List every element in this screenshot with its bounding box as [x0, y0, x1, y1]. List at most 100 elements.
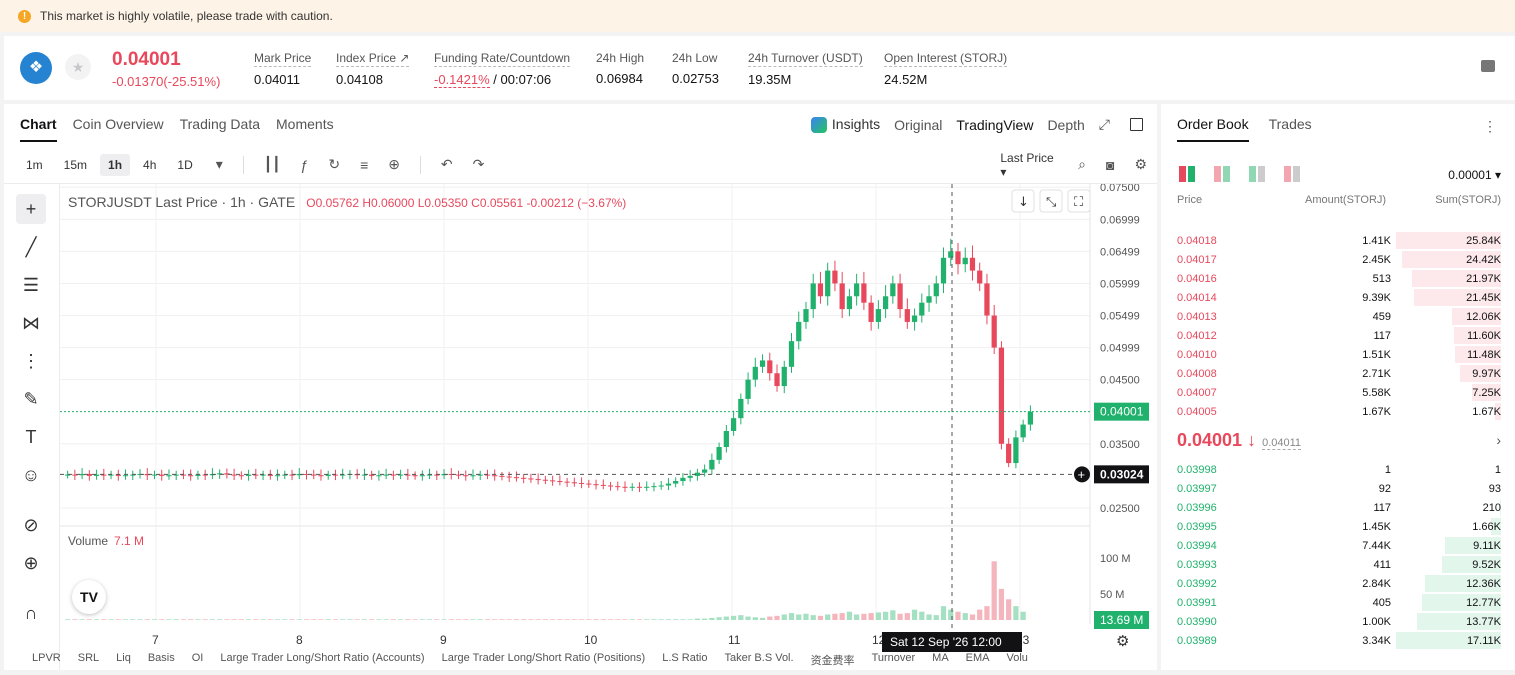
chart-area[interactable]: 0.07500 0.06999 0.06499 0.05999 0.05499 0.049…: [60, 182, 1157, 670]
bid-row[interactable]: 0.03996 117 210: [1161, 498, 1515, 517]
candle-body: [817, 283, 824, 297]
ask-amount: 513: [1372, 273, 1391, 285]
insights-button[interactable]: Insights: [810, 116, 880, 134]
tab-depth[interactable]: Depth: [1047, 117, 1084, 133]
redo-icon[interactable]: ↷: [473, 156, 485, 173]
chevron-right-icon[interactable]: ›: [1496, 432, 1501, 448]
tf-15m[interactable]: 15m: [56, 154, 95, 176]
bid-row[interactable]: 0.03990 1.00K 13.77K: [1161, 612, 1515, 631]
tab-trades[interactable]: Trades: [1269, 116, 1312, 142]
bid-row[interactable]: 0.03997 92 93: [1161, 479, 1515, 498]
bid-row[interactable]: 0.03989 3.34K 17.11K: [1161, 631, 1515, 650]
crosshair-icon[interactable]: +: [16, 194, 46, 224]
precision-select[interactable]: 0.00001 ▾: [1448, 168, 1501, 182]
brush-icon[interactable]: ✎: [16, 384, 46, 414]
ask-price: 0.04018: [1177, 235, 1217, 247]
trend-line-icon[interactable]: ╱: [16, 232, 46, 262]
ask-row[interactable]: 0.04012 117 11.60K: [1161, 326, 1515, 345]
tab-tradingview[interactable]: TradingView: [956, 117, 1033, 133]
bid-price: 0.03992: [1177, 578, 1217, 590]
candle-type-icon[interactable]: ┃┃: [264, 156, 281, 173]
tf-4h[interactable]: 4h: [135, 154, 164, 176]
indicator-tab[interactable]: Volu: [1007, 652, 1028, 668]
add-indicator-icon[interactable]: ⊕: [388, 156, 400, 173]
bid-row[interactable]: 0.03994 7.44K 9.11K: [1161, 536, 1515, 555]
indicator-tab[interactable]: L.S Ratio: [662, 652, 707, 668]
ask-row[interactable]: 0.04017 2.45K 24.42K: [1161, 250, 1515, 269]
layout-split-icon[interactable]: [1214, 166, 1230, 182]
indicator-tab[interactable]: Large Trader Long/Short Ratio (Positions…: [442, 652, 646, 668]
replay-icon[interactable]: ↻: [328, 156, 340, 173]
indicator-tab[interactable]: Taker B.S Vol.: [724, 652, 793, 668]
ask-row[interactable]: 0.04007 5.58K 7.25K: [1161, 383, 1515, 402]
tf-1d[interactable]: 1D: [169, 154, 200, 176]
indicator-tab[interactable]: Basis: [148, 652, 175, 668]
indicator-tab[interactable]: LPVR: [32, 652, 61, 668]
tab-chart[interactable]: Chart: [20, 116, 57, 142]
candle-body: [1027, 411, 1033, 425]
tf-1m[interactable]: 1m: [18, 154, 51, 176]
bid-amount: 117: [1373, 502, 1391, 514]
candle-body: [911, 315, 918, 322]
tab-order-book[interactable]: Order Book: [1177, 116, 1249, 142]
window-icon[interactable]: [1130, 118, 1143, 132]
emoji-icon[interactable]: ☺: [16, 460, 46, 490]
indicator-tab[interactable]: Liq: [116, 652, 131, 668]
book-icon[interactable]: [1481, 60, 1495, 72]
tradingview-logo-icon[interactable]: TV: [72, 580, 106, 614]
candlestick-chart[interactable]: 0.07500 0.06999 0.06499 0.05999 0.05499 0.049…: [60, 182, 1157, 670]
ask-row[interactable]: 0.04005 1.67K 1.67K: [1161, 402, 1515, 421]
text-icon[interactable]: T: [16, 422, 46, 452]
bid-row[interactable]: 0.03998 1 1: [1161, 460, 1515, 479]
settings-list-icon[interactable]: ≡: [360, 157, 368, 173]
bid-row[interactable]: 0.03991 405 12.77K: [1161, 593, 1515, 612]
expand-icon[interactable]: ⤢: [1099, 116, 1110, 133]
tab-original[interactable]: Original: [894, 117, 942, 133]
indicator-tab[interactable]: MA: [932, 652, 949, 668]
search-icon[interactable]: ⌕: [1078, 156, 1086, 173]
indicator-tab[interactable]: EMA: [966, 652, 990, 668]
layout-asks-icon[interactable]: [1284, 166, 1300, 182]
pattern-icon[interactable]: ⋈: [16, 308, 46, 338]
bid-row[interactable]: 0.03995 1.45K 1.66K: [1161, 517, 1515, 536]
indicator-tab[interactable]: 资金费率: [811, 652, 855, 668]
more-vertical-icon[interactable]: ⋮: [1483, 118, 1497, 135]
ask-amount: 2.71K: [1362, 368, 1391, 380]
indicator-tab[interactable]: SRL: [78, 652, 99, 668]
fib-lines-icon[interactable]: ☰: [16, 270, 46, 300]
volume-bar: [680, 619, 686, 620]
tab-trading-data[interactable]: Trading Data: [180, 116, 260, 142]
ask-row[interactable]: 0.04014 9.39K 21.45K: [1161, 288, 1515, 307]
ask-row[interactable]: 0.04013 459 12.06K: [1161, 307, 1515, 326]
indicators-icon[interactable]: ƒ: [301, 157, 309, 173]
volume-bar: [376, 619, 382, 620]
candle-body: [940, 257, 947, 284]
candle-body: [463, 475, 469, 477]
tab-coin-overview[interactable]: Coin Overview: [73, 116, 164, 142]
stat-24h-high: 24h High 0.06984: [596, 51, 645, 86]
ask-row[interactable]: 0.04010 1.51K 11.48K: [1161, 345, 1515, 364]
ask-row[interactable]: 0.04016 513 21.97K: [1161, 269, 1515, 288]
bid-row[interactable]: 0.03993 411 9.52K: [1161, 555, 1515, 574]
magnet-icon[interactable]: ∩: [16, 598, 46, 628]
tf-1h[interactable]: 1h: [100, 153, 131, 176]
indicator-tab[interactable]: Large Trader Long/Short Ratio (Accounts): [220, 652, 424, 668]
last-price-select[interactable]: Last Price ▾: [1000, 151, 1058, 179]
ask-row[interactable]: 0.04008 2.71K 9.97K: [1161, 364, 1515, 383]
gear-icon[interactable]: ⚙: [1134, 156, 1147, 173]
layout-bids-icon[interactable]: [1249, 166, 1265, 182]
favorite-star-icon[interactable]: ★: [65, 54, 91, 80]
volume-bar: [607, 619, 614, 620]
camera-icon[interactable]: ◙: [1106, 157, 1114, 173]
projection-icon[interactable]: ⋮: [16, 346, 46, 376]
tab-moments[interactable]: Moments: [276, 116, 334, 142]
ask-row[interactable]: 0.04018 1.41K 25.84K: [1161, 231, 1515, 250]
undo-icon[interactable]: ↶: [441, 156, 453, 173]
zoom-in-icon[interactable]: ⊕: [16, 548, 46, 578]
indicator-tab[interactable]: OI: [192, 652, 204, 668]
chevron-down-icon[interactable]: ▾: [216, 156, 223, 173]
bid-row[interactable]: 0.03992 2.84K 12.36K: [1161, 574, 1515, 593]
layout-both-icon[interactable]: [1179, 166, 1195, 182]
ruler-icon[interactable]: ⊘: [16, 510, 46, 540]
indicator-tab[interactable]: Turnover: [872, 652, 916, 668]
